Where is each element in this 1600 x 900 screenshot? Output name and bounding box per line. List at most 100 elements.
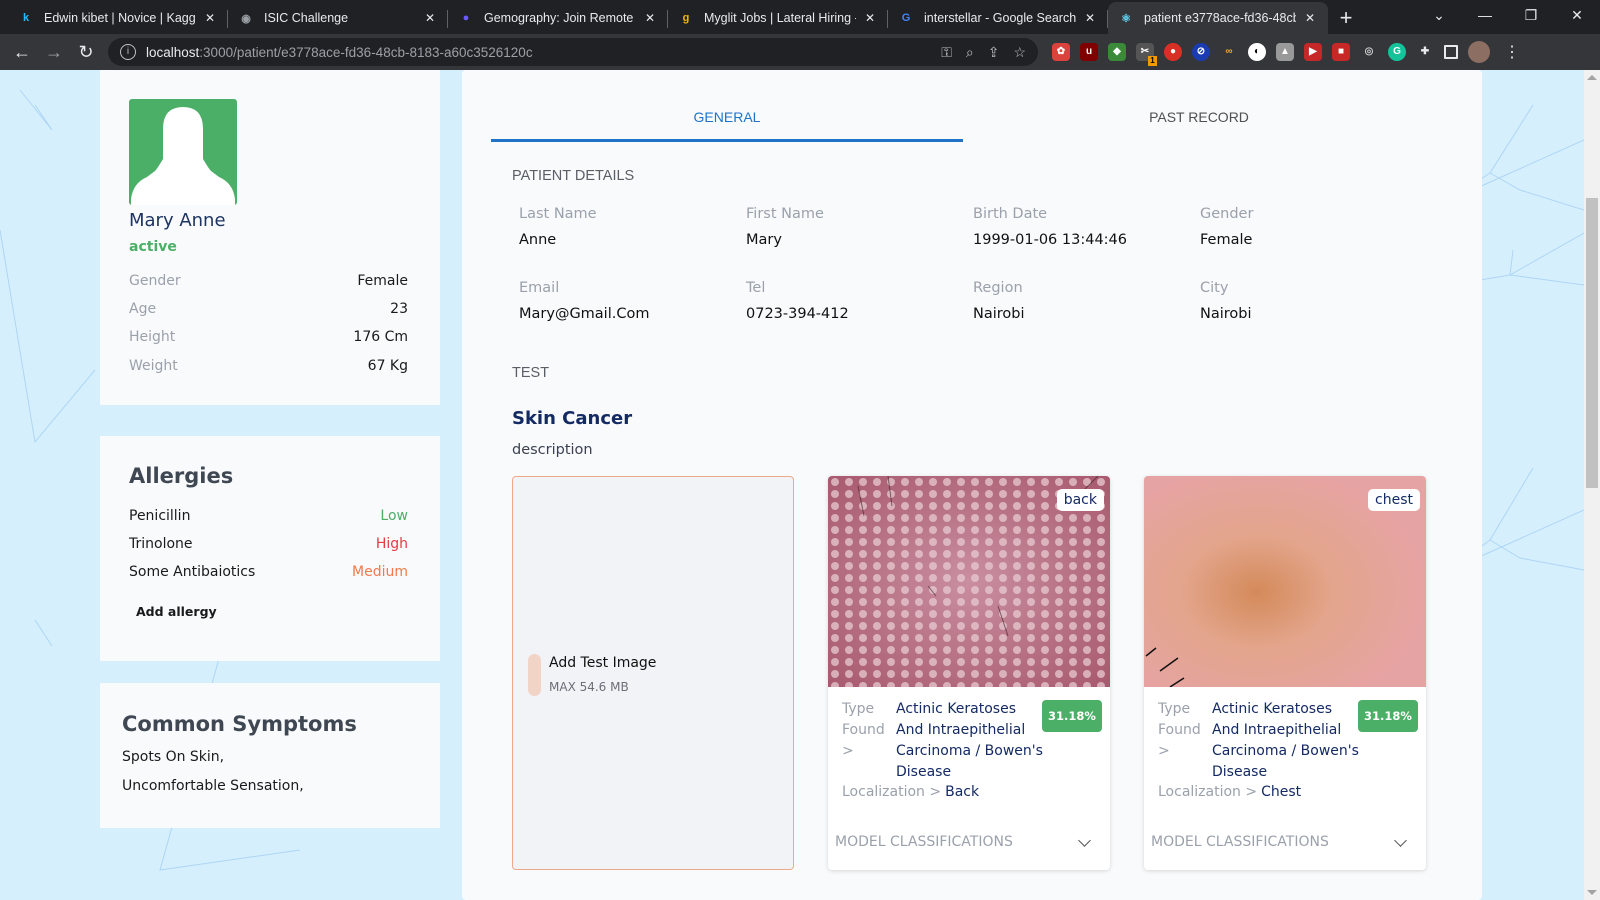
tab-search-icon[interactable]: ⌄ <box>1416 0 1462 30</box>
target-icon[interactable]: ◎ <box>1360 43 1378 61</box>
share-icon[interactable]: ⇪ <box>988 44 1000 61</box>
extension-icon[interactable]: ◆ <box>1108 43 1126 61</box>
model-classifications-toggle[interactable]: MODEL CLASSIFICATIONS <box>835 834 1103 850</box>
page-viewport: Mary Anne active Gender Female Age 23 Heig… <box>0 70 1584 900</box>
forward-icon[interactable]: → <box>38 42 70 63</box>
close-tab-icon[interactable]: ✕ <box>642 11 658 25</box>
localization-row: Localization > Back <box>842 784 980 800</box>
key-icon[interactable]: ⚿ <box>941 44 952 61</box>
close-tab-icon[interactable]: ✕ <box>202 11 218 25</box>
allergy-severity: High <box>375 536 408 552</box>
patient-details-heading: PATIENT DETAILS <box>512 168 635 184</box>
max-size-label: MAX 54.6 MB <box>549 680 629 694</box>
puzzle-icon[interactable]: ✚ <box>1416 43 1434 61</box>
scroll-down-icon[interactable] <box>1587 890 1597 895</box>
close-window-icon[interactable]: ✕ <box>1554 0 1600 30</box>
side-panel-icon[interactable] <box>1444 45 1458 59</box>
add-test-image-label: Add Test Image <box>549 655 657 671</box>
url-host: localhost <box>146 44 200 60</box>
profile-stat-height: Height 176 Cm <box>129 329 408 345</box>
extension-icon[interactable]: ✂ 1 <box>1136 43 1157 66</box>
test-heading: TEST <box>512 365 550 381</box>
bookmark-star-icon[interactable]: ☆ <box>1013 44 1026 61</box>
scroll-up-icon[interactable] <box>1587 75 1597 80</box>
allergies-title: Allergies <box>129 464 234 488</box>
field-label: Email <box>519 280 560 296</box>
type-found-label: Type Found > <box>1158 701 1201 759</box>
gemography-icon: ● <box>462 12 470 24</box>
field-label: Region <box>973 280 1023 296</box>
add-test-image-dropzone[interactable]: Add Test Image MAX 54.6 MB <box>512 476 794 870</box>
allergy-name: Some Antibaiotics <box>129 564 256 580</box>
patient-field-region: Region Nairobi <box>973 280 1025 322</box>
tab-title: ISIC Challenge <box>264 11 349 25</box>
address-bar[interactable]: i localhost:3000/patient/e3778ace-fd36-4… <box>108 38 1038 66</box>
minimize-icon[interactable]: — <box>1462 0 1508 30</box>
allergy-name: Trinolone <box>129 536 193 552</box>
ublock-icon[interactable]: u <box>1080 43 1098 61</box>
avatar <box>129 99 237 205</box>
page-scrollbar[interactable] <box>1584 70 1600 900</box>
extension-icon[interactable]: ✿ <box>1052 43 1070 61</box>
localization-row: Localization > Chest <box>1158 784 1302 800</box>
blocker-icon[interactable]: ⊘ <box>1192 43 1210 61</box>
browser-tab[interactable]: ● Gemography: Join Remote Te ✕ <box>448 2 668 34</box>
test-image-card: chest Type Found > Actinic Keratoses And… <box>1144 476 1426 870</box>
field-label: Birth Date <box>973 206 1048 222</box>
confidence-badge: 31.18% <box>1358 700 1418 732</box>
browser-tab[interactable]: Ginterstellar - Google Search ✕ <box>888 2 1108 34</box>
pokeball-icon[interactable]: ● <box>1164 43 1182 61</box>
new-tab-button[interactable]: + <box>1328 2 1364 34</box>
record-icon[interactable]: ■ <box>1332 43 1350 61</box>
allergy-severity: Medium <box>352 564 408 580</box>
field-value: Nairobi <box>973 306 1025 322</box>
main-panel: GENERAL PAST RECORD PATIENT DETAILS Last… <box>462 70 1482 900</box>
model-classifications-toggle[interactable]: MODEL CLASSIFICATIONS <box>1151 834 1419 850</box>
back-icon[interactable]: ← <box>6 42 38 63</box>
field-value: Mary@Gmail.Com <box>519 306 650 322</box>
infinity-icon[interactable]: ∞ <box>1220 43 1238 61</box>
test-description: description <box>512 442 593 458</box>
allergy-item: Penicillin Low <box>129 508 408 524</box>
status-badge: active <box>129 239 177 255</box>
close-tab-icon[interactable]: ✕ <box>422 11 438 25</box>
tab-past-record[interactable]: PAST RECORD <box>963 92 1435 142</box>
tab-general[interactable]: GENERAL <box>491 92 963 142</box>
tab-title: interstellar - Google Search <box>924 11 1076 25</box>
kaggle-icon: k <box>22 12 30 24</box>
browser-tab[interactable]: g Myglit Jobs | Lateral Hiring - I ✕ <box>668 2 888 34</box>
extension-icon[interactable]: ▲ <box>1276 43 1294 61</box>
profile-avatar-icon[interactable] <box>1468 41 1490 63</box>
browser-tab[interactable]: ◉ ISIC Challenge ✕ <box>228 2 448 34</box>
scrollbar-thumb[interactable] <box>1586 198 1598 488</box>
symptoms-title: Common Symptoms <box>122 712 357 736</box>
allergy-severity: Low <box>380 508 408 524</box>
patient-field-first-name: First Name Mary <box>746 206 824 248</box>
close-tab-icon[interactable]: ✕ <box>862 11 878 25</box>
site-info-icon[interactable]: i <box>120 44 136 60</box>
browser-tab[interactable]: ⚛ patient e3778ace-fd36-48cb- ✕ <box>1108 2 1328 34</box>
close-tab-icon[interactable]: ✕ <box>1082 11 1098 25</box>
reload-icon[interactable]: ↻ <box>70 42 102 63</box>
extension-icon[interactable]: ◐ <box>1248 43 1266 61</box>
menu-kebab-icon[interactable]: ⋮ <box>1504 42 1520 62</box>
record-tabs: GENERAL PAST RECORD <box>491 92 1435 142</box>
field-value: Anne <box>519 232 557 248</box>
field-value: Mary <box>746 232 782 248</box>
globe-icon: ◉ <box>241 12 251 25</box>
chevron-down-icon <box>1394 834 1407 847</box>
patient-name: Mary Anne <box>129 210 226 231</box>
profile-stat-weight: Weight 67 Kg <box>129 358 408 374</box>
zoom-icon[interactable]: ⌕ <box>966 44 974 61</box>
location-tag: back <box>1056 489 1104 511</box>
grammarly-icon[interactable]: G <box>1388 43 1406 61</box>
close-tab-icon[interactable]: ✕ <box>1302 11 1318 25</box>
symptom-item: Uncomfortable Sensation, <box>122 778 304 794</box>
field-value: 0723-394-412 <box>746 306 849 322</box>
patient-field-birth-date: Birth Date 1999-01-06 13:44:46 <box>973 206 1127 248</box>
browser-tab[interactable]: k Edwin kibet | Novice | Kaggle ✕ <box>8 2 228 34</box>
extension-icon[interactable]: ▶ <box>1304 43 1322 61</box>
restore-icon[interactable]: ❐ <box>1508 0 1554 30</box>
field-label: Gender <box>1200 206 1254 222</box>
add-allergy-button[interactable]: Add allergy <box>136 604 217 619</box>
